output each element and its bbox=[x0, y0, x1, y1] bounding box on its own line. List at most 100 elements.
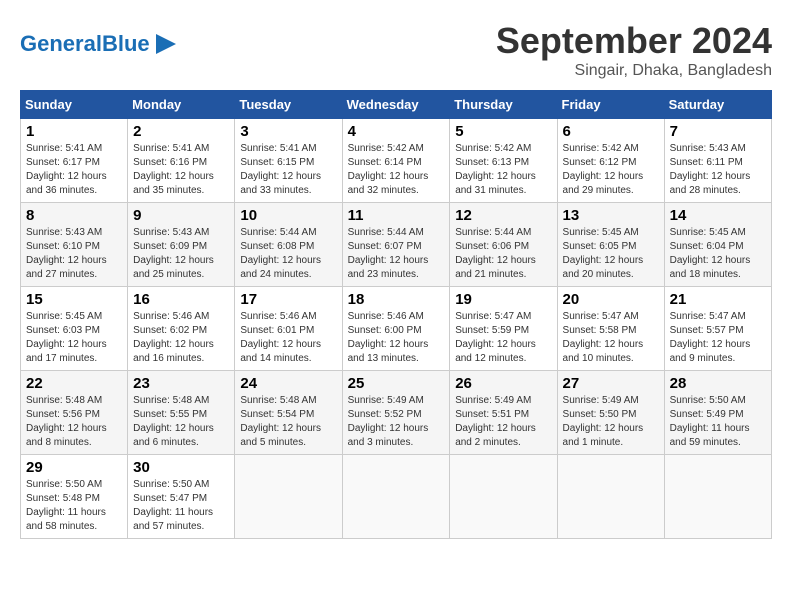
calendar-table: Sunday Monday Tuesday Wednesday Thursday… bbox=[20, 90, 772, 539]
logo-icon bbox=[152, 30, 180, 58]
day-number: 2 bbox=[133, 123, 229, 140]
calendar-cell-empty bbox=[342, 455, 450, 539]
day-info: Sunrise: 5:43 AMSunset: 6:10 PMDaylight:… bbox=[26, 227, 107, 280]
day-number: 20 bbox=[563, 291, 659, 308]
calendar-cell: 6 Sunrise: 5:42 AMSunset: 6:12 PMDayligh… bbox=[557, 119, 664, 203]
day-info: Sunrise: 5:45 AMSunset: 6:05 PMDaylight:… bbox=[563, 227, 644, 280]
header-wednesday: Wednesday bbox=[342, 91, 450, 119]
day-info: Sunrise: 5:44 AMSunset: 6:07 PMDaylight:… bbox=[348, 227, 429, 280]
header-sunday: Sunday bbox=[21, 91, 128, 119]
calendar-cell: 29 Sunrise: 5:50 AMSunset: 5:48 PMDaylig… bbox=[21, 455, 128, 539]
day-info: Sunrise: 5:47 AMSunset: 5:58 PMDaylight:… bbox=[563, 311, 644, 364]
logo: GeneralBlue bbox=[20, 30, 180, 58]
day-number: 24 bbox=[240, 375, 336, 392]
day-info: Sunrise: 5:45 AMSunset: 6:03 PMDaylight:… bbox=[26, 311, 107, 364]
header-friday: Friday bbox=[557, 91, 664, 119]
calendar-cell: 8 Sunrise: 5:43 AMSunset: 6:10 PMDayligh… bbox=[21, 203, 128, 287]
day-number: 1 bbox=[26, 123, 122, 140]
calendar-cell: 27 Sunrise: 5:49 AMSunset: 5:50 PMDaylig… bbox=[557, 371, 664, 455]
calendar-cell: 23 Sunrise: 5:48 AMSunset: 5:55 PMDaylig… bbox=[128, 371, 235, 455]
day-number: 12 bbox=[455, 207, 551, 224]
day-number: 21 bbox=[670, 291, 766, 308]
calendar-cell: 10 Sunrise: 5:44 AMSunset: 6:08 PMDaylig… bbox=[235, 203, 342, 287]
calendar-cell: 2 Sunrise: 5:41 AMSunset: 6:16 PMDayligh… bbox=[128, 119, 235, 203]
calendar-cell: 4 Sunrise: 5:42 AMSunset: 6:14 PMDayligh… bbox=[342, 119, 450, 203]
day-number: 18 bbox=[348, 291, 445, 308]
day-info: Sunrise: 5:46 AMSunset: 6:00 PMDaylight:… bbox=[348, 311, 429, 364]
day-info: Sunrise: 5:42 AMSunset: 6:13 PMDaylight:… bbox=[455, 143, 536, 196]
header-monday: Monday bbox=[128, 91, 235, 119]
calendar-cell: 15 Sunrise: 5:45 AMSunset: 6:03 PMDaylig… bbox=[21, 287, 128, 371]
day-number: 28 bbox=[670, 375, 766, 392]
day-info: Sunrise: 5:50 AMSunset: 5:48 PMDaylight:… bbox=[26, 479, 106, 532]
calendar-row: 29 Sunrise: 5:50 AMSunset: 5:48 PMDaylig… bbox=[21, 455, 772, 539]
calendar-cell: 13 Sunrise: 5:45 AMSunset: 6:05 PMDaylig… bbox=[557, 203, 664, 287]
calendar-cell: 11 Sunrise: 5:44 AMSunset: 6:07 PMDaylig… bbox=[342, 203, 450, 287]
calendar-cell: 20 Sunrise: 5:47 AMSunset: 5:58 PMDaylig… bbox=[557, 287, 664, 371]
day-info: Sunrise: 5:43 AMSunset: 6:11 PMDaylight:… bbox=[670, 143, 751, 196]
day-number: 14 bbox=[670, 207, 766, 224]
calendar-cell: 1 Sunrise: 5:41 AMSunset: 6:17 PMDayligh… bbox=[21, 119, 128, 203]
calendar-cell-empty bbox=[235, 455, 342, 539]
calendar-header-row: Sunday Monday Tuesday Wednesday Thursday… bbox=[21, 91, 772, 119]
logo-text: GeneralBlue bbox=[20, 33, 150, 55]
calendar-cell: 26 Sunrise: 5:49 AMSunset: 5:51 PMDaylig… bbox=[450, 371, 557, 455]
calendar-cell-empty bbox=[557, 455, 664, 539]
calendar-cell: 5 Sunrise: 5:42 AMSunset: 6:13 PMDayligh… bbox=[450, 119, 557, 203]
day-info: Sunrise: 5:46 AMSunset: 6:01 PMDaylight:… bbox=[240, 311, 321, 364]
day-info: Sunrise: 5:44 AMSunset: 6:06 PMDaylight:… bbox=[455, 227, 536, 280]
calendar-row: 8 Sunrise: 5:43 AMSunset: 6:10 PMDayligh… bbox=[21, 203, 772, 287]
calendar-cell: 7 Sunrise: 5:43 AMSunset: 6:11 PMDayligh… bbox=[664, 119, 771, 203]
day-number: 4 bbox=[348, 123, 445, 140]
day-info: Sunrise: 5:41 AMSunset: 6:17 PMDaylight:… bbox=[26, 143, 107, 196]
day-number: 10 bbox=[240, 207, 336, 224]
day-info: Sunrise: 5:49 AMSunset: 5:50 PMDaylight:… bbox=[563, 395, 644, 448]
day-number: 9 bbox=[133, 207, 229, 224]
calendar-cell: 25 Sunrise: 5:49 AMSunset: 5:52 PMDaylig… bbox=[342, 371, 450, 455]
day-info: Sunrise: 5:42 AMSunset: 6:12 PMDaylight:… bbox=[563, 143, 644, 196]
day-info: Sunrise: 5:42 AMSunset: 6:14 PMDaylight:… bbox=[348, 143, 429, 196]
day-number: 15 bbox=[26, 291, 122, 308]
day-info: Sunrise: 5:48 AMSunset: 5:56 PMDaylight:… bbox=[26, 395, 107, 448]
day-number: 11 bbox=[348, 207, 445, 224]
day-info: Sunrise: 5:47 AMSunset: 5:59 PMDaylight:… bbox=[455, 311, 536, 364]
calendar-row: 15 Sunrise: 5:45 AMSunset: 6:03 PMDaylig… bbox=[21, 287, 772, 371]
location-title: Singair, Dhaka, Bangladesh bbox=[496, 62, 772, 80]
calendar-cell: 16 Sunrise: 5:46 AMSunset: 6:02 PMDaylig… bbox=[128, 287, 235, 371]
day-number: 22 bbox=[26, 375, 122, 392]
calendar-cell: 30 Sunrise: 5:50 AMSunset: 5:47 PMDaylig… bbox=[128, 455, 235, 539]
day-info: Sunrise: 5:50 AMSunset: 5:49 PMDaylight:… bbox=[670, 395, 750, 448]
day-number: 29 bbox=[26, 459, 122, 476]
day-info: Sunrise: 5:47 AMSunset: 5:57 PMDaylight:… bbox=[670, 311, 751, 364]
calendar-row: 22 Sunrise: 5:48 AMSunset: 5:56 PMDaylig… bbox=[21, 371, 772, 455]
day-info: Sunrise: 5:48 AMSunset: 5:54 PMDaylight:… bbox=[240, 395, 321, 448]
day-number: 26 bbox=[455, 375, 551, 392]
calendar-cell: 14 Sunrise: 5:45 AMSunset: 6:04 PMDaylig… bbox=[664, 203, 771, 287]
day-number: 16 bbox=[133, 291, 229, 308]
day-number: 17 bbox=[240, 291, 336, 308]
day-number: 8 bbox=[26, 207, 122, 224]
day-info: Sunrise: 5:41 AMSunset: 6:15 PMDaylight:… bbox=[240, 143, 321, 196]
day-number: 25 bbox=[348, 375, 445, 392]
day-info: Sunrise: 5:46 AMSunset: 6:02 PMDaylight:… bbox=[133, 311, 214, 364]
calendar-cell-empty bbox=[450, 455, 557, 539]
day-info: Sunrise: 5:45 AMSunset: 6:04 PMDaylight:… bbox=[670, 227, 751, 280]
day-info: Sunrise: 5:48 AMSunset: 5:55 PMDaylight:… bbox=[133, 395, 214, 448]
calendar-cell: 17 Sunrise: 5:46 AMSunset: 6:01 PMDaylig… bbox=[235, 287, 342, 371]
calendar-cell: 18 Sunrise: 5:46 AMSunset: 6:00 PMDaylig… bbox=[342, 287, 450, 371]
title-area: September 2024 Singair, Dhaka, Banglades… bbox=[496, 20, 772, 80]
day-info: Sunrise: 5:49 AMSunset: 5:51 PMDaylight:… bbox=[455, 395, 536, 448]
header-saturday: Saturday bbox=[664, 91, 771, 119]
calendar-cell: 12 Sunrise: 5:44 AMSunset: 6:06 PMDaylig… bbox=[450, 203, 557, 287]
calendar-cell: 3 Sunrise: 5:41 AMSunset: 6:15 PMDayligh… bbox=[235, 119, 342, 203]
day-number: 5 bbox=[455, 123, 551, 140]
calendar-cell: 24 Sunrise: 5:48 AMSunset: 5:54 PMDaylig… bbox=[235, 371, 342, 455]
day-number: 6 bbox=[563, 123, 659, 140]
calendar-cell-empty bbox=[664, 455, 771, 539]
calendar-row: 1 Sunrise: 5:41 AMSunset: 6:17 PMDayligh… bbox=[21, 119, 772, 203]
day-info: Sunrise: 5:44 AMSunset: 6:08 PMDaylight:… bbox=[240, 227, 321, 280]
day-number: 30 bbox=[133, 459, 229, 476]
header-thursday: Thursday bbox=[450, 91, 557, 119]
calendar-cell: 21 Sunrise: 5:47 AMSunset: 5:57 PMDaylig… bbox=[664, 287, 771, 371]
day-number: 3 bbox=[240, 123, 336, 140]
